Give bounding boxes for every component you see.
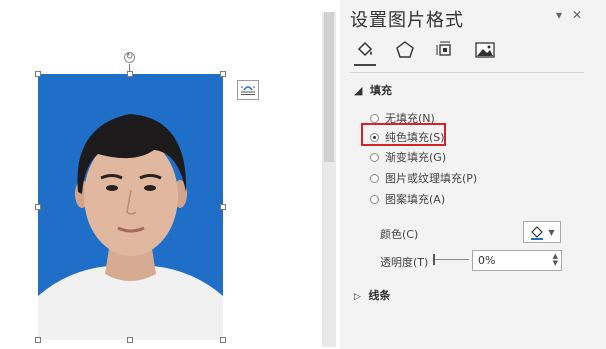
transparency-label: 透明度(T)	[380, 256, 429, 269]
fill-section-label: 填充	[369, 84, 392, 97]
fill-bucket-icon	[357, 41, 373, 57]
rotate-handle[interactable]: ↻	[124, 52, 135, 63]
radio-button[interactable]	[370, 194, 379, 204]
layout-options-button[interactable]	[237, 80, 259, 100]
divider	[350, 72, 584, 73]
radio-picture-texture-fill[interactable]: 图片或纹理填充(P)	[370, 170, 477, 186]
resize-handle-top-left[interactable]	[35, 71, 41, 77]
document-scrollbar[interactable]	[322, 12, 336, 347]
layout-size-icon	[436, 41, 451, 56]
resize-handle-top-right[interactable]	[220, 71, 226, 77]
resize-handle-right[interactable]	[220, 204, 226, 210]
document-canvas: ↻	[0, 0, 318, 349]
color-picker-button[interactable]: ▼	[523, 221, 561, 243]
transparency-slider-thumb[interactable]	[433, 254, 435, 265]
fill-color-icon	[531, 226, 544, 240]
color-label: 颜色(C)	[380, 228, 419, 241]
transparency-value: 0%	[478, 254, 496, 267]
line-section-header[interactable]: ▷ 线条	[354, 287, 390, 303]
transparency-input[interactable]: 0% ▲ ▼	[472, 250, 562, 271]
radio-button[interactable]	[370, 152, 379, 162]
radio-button[interactable]	[370, 113, 379, 123]
collapse-triangle-icon: ◢	[354, 84, 363, 97]
text-wrap-icon	[241, 86, 255, 95]
line-section-label: 线条	[368, 289, 391, 302]
radio-pattern-fill[interactable]: 图案填充(A)	[370, 191, 445, 207]
active-tab-indicator	[354, 64, 376, 66]
radio-gradient-fill[interactable]: 渐变填充(G)	[370, 149, 446, 165]
expand-triangle-icon: ▷	[354, 292, 361, 302]
pane-options-dropdown-icon[interactable]: ▾	[556, 8, 562, 22]
portrait-image	[38, 74, 223, 340]
spin-buttons[interactable]: ▲ ▼	[553, 253, 558, 267]
radio-label: 图片或纹理填充(P)	[385, 172, 478, 185]
selected-photo[interactable]	[38, 74, 223, 340]
tab-effects[interactable]	[392, 38, 418, 62]
resize-handle-bottom-left[interactable]	[35, 337, 41, 343]
fill-section-header[interactable]: ◢ 填充	[354, 82, 392, 98]
resize-handle-bottom-right[interactable]	[220, 337, 226, 343]
tab-layout-properties[interactable]	[432, 38, 458, 62]
radio-label: 渐变填充(G)	[385, 151, 447, 164]
radio-button[interactable]	[370, 173, 379, 183]
close-icon[interactable]: ✕	[572, 8, 582, 22]
transparency-slider[interactable]	[435, 259, 469, 260]
pane-title: 设置图片格式	[350, 10, 464, 31]
resize-handle-top[interactable]	[127, 71, 133, 77]
tab-picture[interactable]	[472, 38, 498, 62]
format-picture-pane: 设置图片格式 ▾ ✕ ◢ 填充 无填充(N) 纯色填充(S) 渐变填充(G) 图…	[340, 0, 606, 349]
pentagon-effects-icon	[396, 41, 414, 58]
chevron-down-icon: ▼	[548, 227, 555, 237]
picture-icon	[475, 42, 495, 58]
scrollbar-thumb[interactable]	[324, 12, 334, 162]
radio-label: 图案填充(A)	[385, 193, 446, 206]
annotation-highlight-box	[361, 123, 446, 146]
tab-fill-line[interactable]	[352, 38, 378, 62]
resize-handle-left[interactable]	[35, 204, 41, 210]
resize-handle-bottom[interactable]	[127, 337, 133, 343]
